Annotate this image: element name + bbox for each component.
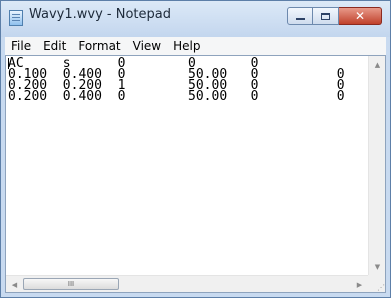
menu-format[interactable]: Format <box>72 37 126 55</box>
close-button[interactable]: ✕ <box>339 7 382 25</box>
scroll-up-icon[interactable]: ▲ <box>369 56 386 73</box>
menu-help[interactable]: Help <box>167 37 206 55</box>
maximize-button[interactable] <box>313 7 339 25</box>
scroll-left-icon[interactable]: ◀ <box>6 276 23 293</box>
thumb-grip-icon: III <box>67 280 75 288</box>
menu-file[interactable]: File <box>5 37 37 55</box>
caption-buttons: ✕ <box>287 7 382 25</box>
notepad-icon[interactable] <box>9 10 23 26</box>
notepad-window: Wavy1.wvy - Notepad ✕ File Edit Format V… <box>0 0 391 298</box>
title-bar[interactable]: Wavy1.wvy - Notepad ✕ <box>1 1 390 37</box>
window-title: Wavy1.wvy - Notepad <box>29 7 171 22</box>
size-grip-icon[interactable]: ⋰ <box>368 275 385 292</box>
horizontal-scrollbar[interactable]: ◀ III ▶ <box>6 275 368 292</box>
text-caret <box>8 58 9 69</box>
scroll-right-icon[interactable]: ▶ <box>351 276 368 293</box>
vertical-scrollbar[interactable]: ▲ ▼ <box>368 56 385 275</box>
menu-view[interactable]: View <box>127 37 167 55</box>
horizontal-scroll-thumb[interactable]: III <box>23 278 119 290</box>
editor-frame: AC s 0 0 0 0.100 0.400 0 50.00 0 0 0.200… <box>5 55 386 293</box>
menu-edit[interactable]: Edit <box>37 37 72 55</box>
close-icon: ✕ <box>354 9 366 23</box>
minimize-icon <box>295 18 305 20</box>
maximize-icon <box>321 12 330 20</box>
scroll-down-icon[interactable]: ▼ <box>369 258 386 275</box>
text-editor[interactable]: AC s 0 0 0 0.100 0.400 0 50.00 0 0 0.200… <box>6 56 368 275</box>
menu-bar: File Edit Format View Help <box>5 37 386 55</box>
text-line: 0.200 0.400 0 50.00 0 0 <box>8 89 345 104</box>
minimize-button[interactable] <box>287 7 313 25</box>
